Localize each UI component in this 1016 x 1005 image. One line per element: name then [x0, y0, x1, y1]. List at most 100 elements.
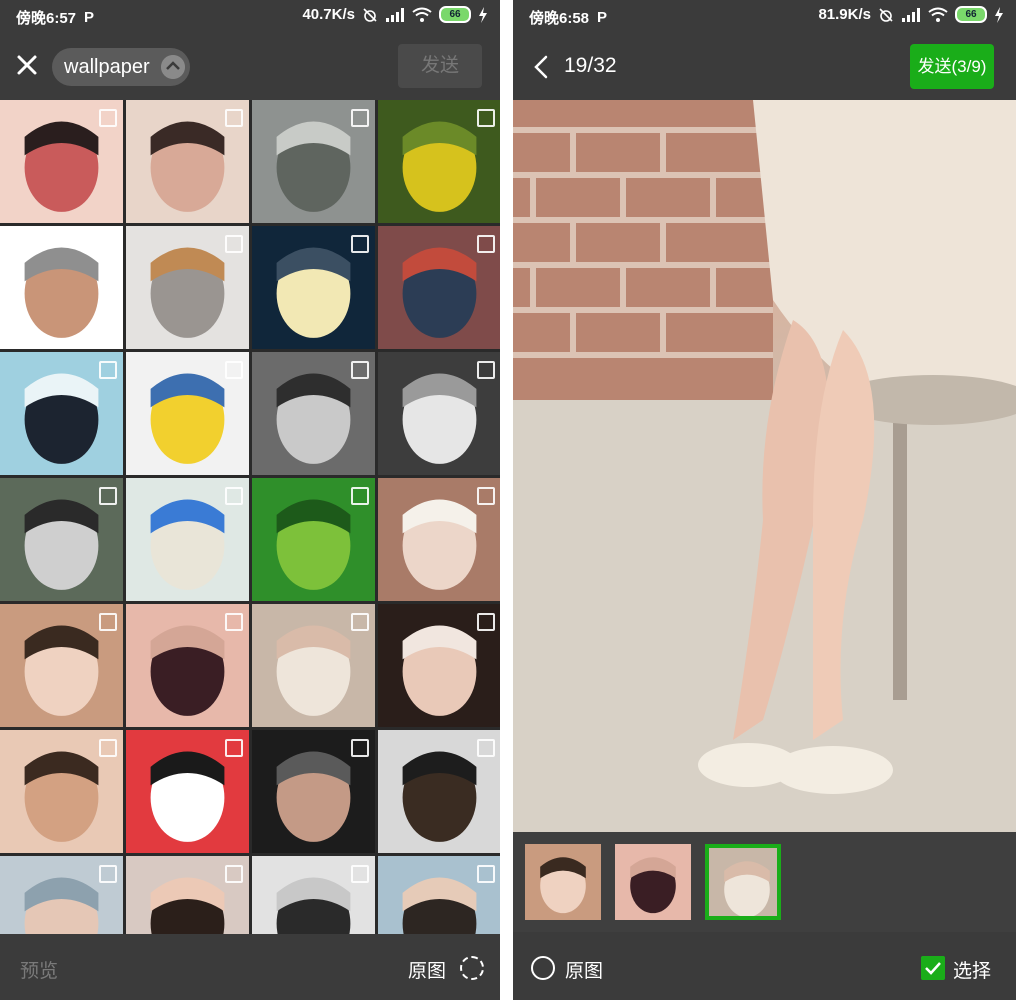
photo-checkbox[interactable] [477, 109, 495, 127]
photo-thumbnail[interactable] [0, 226, 123, 349]
back-arrow-icon[interactable] [529, 54, 553, 80]
photo-thumbnail[interactable] [0, 100, 123, 223]
photo-thumbnail[interactable] [126, 478, 249, 601]
photo-thumbnail[interactable] [126, 604, 249, 727]
photo-checkbox[interactable] [351, 739, 369, 757]
photo-checkbox[interactable] [225, 739, 243, 757]
photo-thumbnail[interactable] [252, 100, 375, 223]
photo-checkbox[interactable] [477, 613, 495, 631]
photo-checkbox[interactable] [225, 613, 243, 631]
selected-thumbnail[interactable] [615, 844, 691, 920]
selected-thumbnail[interactable] [705, 844, 781, 920]
photo-thumbnail[interactable] [0, 478, 123, 601]
wifi-icon [412, 7, 432, 22]
album-name: wallpaper [64, 56, 150, 78]
preview-footer: 原图 选择 [513, 932, 1016, 1000]
photo-thumbnail[interactable] [378, 604, 500, 727]
wifi-icon [928, 7, 948, 22]
original-radio[interactable] [460, 956, 484, 980]
photo-thumbnail[interactable] [126, 730, 249, 853]
preview-photo[interactable] [513, 100, 1016, 832]
alarm-off-icon [363, 7, 377, 22]
photo-thumbnail[interactable] [126, 856, 249, 934]
photo-thumbnail[interactable] [378, 730, 500, 853]
photo-checkbox[interactable] [477, 361, 495, 379]
photo-thumbnail[interactable] [126, 352, 249, 475]
photo-checkbox[interactable] [351, 361, 369, 379]
photo-checkbox[interactable] [225, 361, 243, 379]
photo-art [525, 844, 601, 920]
photo-thumbnail[interactable] [0, 856, 123, 934]
status-time: 傍晚6:57 [16, 10, 77, 27]
photo-thumbnail[interactable] [252, 352, 375, 475]
photo-thumbnail[interactable] [0, 352, 123, 475]
signal-icon [386, 7, 404, 22]
status-bar: 傍晚6:58 P 81.9K/s 66 [513, 0, 1016, 34]
selected-thumbnails [513, 832, 1016, 932]
photo-checkbox[interactable] [477, 739, 495, 757]
status-time: 傍晚6:58 [529, 10, 590, 27]
photo-checkbox[interactable] [225, 235, 243, 253]
photo-preview-screen: 傍晚6:58 P 81.9K/s 66 19/32 发送(3/9) 原图 选择 [513, 0, 1016, 1000]
photo-grid [0, 100, 500, 934]
photo-checkbox[interactable] [225, 487, 243, 505]
photo-checkbox[interactable] [477, 235, 495, 253]
battery-icon: 66 [955, 6, 987, 23]
photo-thumbnail[interactable] [378, 226, 500, 349]
network-speed: 40.7K/s [302, 6, 355, 23]
photo-checkbox[interactable] [351, 865, 369, 883]
photo-checkbox[interactable] [99, 361, 117, 379]
charging-icon [479, 6, 487, 23]
photo-checkbox[interactable] [99, 739, 117, 757]
signal-icon [902, 7, 920, 22]
charging-icon [995, 6, 1003, 23]
photo-thumbnail[interactable] [126, 226, 249, 349]
selected-thumbnail[interactable] [525, 844, 601, 920]
send-button[interactable]: 发送(3/9) [910, 44, 994, 89]
photo-thumbnail[interactable] [252, 730, 375, 853]
photo-checkbox[interactable] [351, 613, 369, 631]
photo-thumbnail[interactable] [378, 856, 500, 934]
photo-checkbox[interactable] [99, 865, 117, 883]
preview-header: 19/32 发送(3/9) [513, 34, 1016, 100]
photo-checkbox[interactable] [225, 865, 243, 883]
status-bar: 傍晚6:57 P 40.7K/s 66 [0, 0, 500, 34]
photo-checkbox[interactable] [99, 613, 117, 631]
checkmark-icon[interactable] [921, 956, 945, 980]
photo-thumbnail[interactable] [252, 856, 375, 934]
photo-thumbnail[interactable] [378, 100, 500, 223]
photo-thumbnail[interactable] [378, 352, 500, 475]
photo-art [615, 844, 691, 920]
photo-checkbox[interactable] [99, 235, 117, 253]
photo-checkbox[interactable] [99, 109, 117, 127]
photo-checkbox[interactable] [351, 487, 369, 505]
album-selector[interactable]: wallpaper [52, 48, 190, 86]
photo-thumbnail[interactable] [0, 604, 123, 727]
p-icon: P [84, 9, 95, 26]
photo-checkbox[interactable] [477, 865, 495, 883]
preview-button[interactable]: 预览 [20, 956, 58, 983]
battery-icon: 66 [439, 6, 471, 23]
original-label[interactable]: 原图 [408, 956, 446, 983]
alarm-off-icon [879, 7, 893, 22]
photo-checkbox[interactable] [477, 487, 495, 505]
original-label[interactable]: 原图 [565, 956, 603, 983]
photo-art [709, 848, 777, 916]
photo-checkbox[interactable] [225, 109, 243, 127]
photo-checkbox[interactable] [351, 235, 369, 253]
send-button-disabled[interactable]: 发送 [398, 44, 482, 88]
photo-thumbnail[interactable] [252, 226, 375, 349]
photo-checkbox[interactable] [99, 487, 117, 505]
close-icon[interactable] [12, 50, 42, 80]
photo-thumbnail[interactable] [378, 478, 500, 601]
picker-header: wallpaper 发送 [0, 34, 500, 100]
original-radio[interactable] [531, 956, 555, 980]
photo-checkbox[interactable] [351, 109, 369, 127]
select-label[interactable]: 选择 [953, 956, 991, 983]
photo-thumbnail[interactable] [252, 478, 375, 601]
photo-thumbnail[interactable] [252, 604, 375, 727]
photo-thumbnail[interactable] [126, 100, 249, 223]
photo-thumbnail[interactable] [0, 730, 123, 853]
chevron-down-icon [161, 55, 185, 79]
photo-counter: 19/32 [564, 54, 617, 77]
